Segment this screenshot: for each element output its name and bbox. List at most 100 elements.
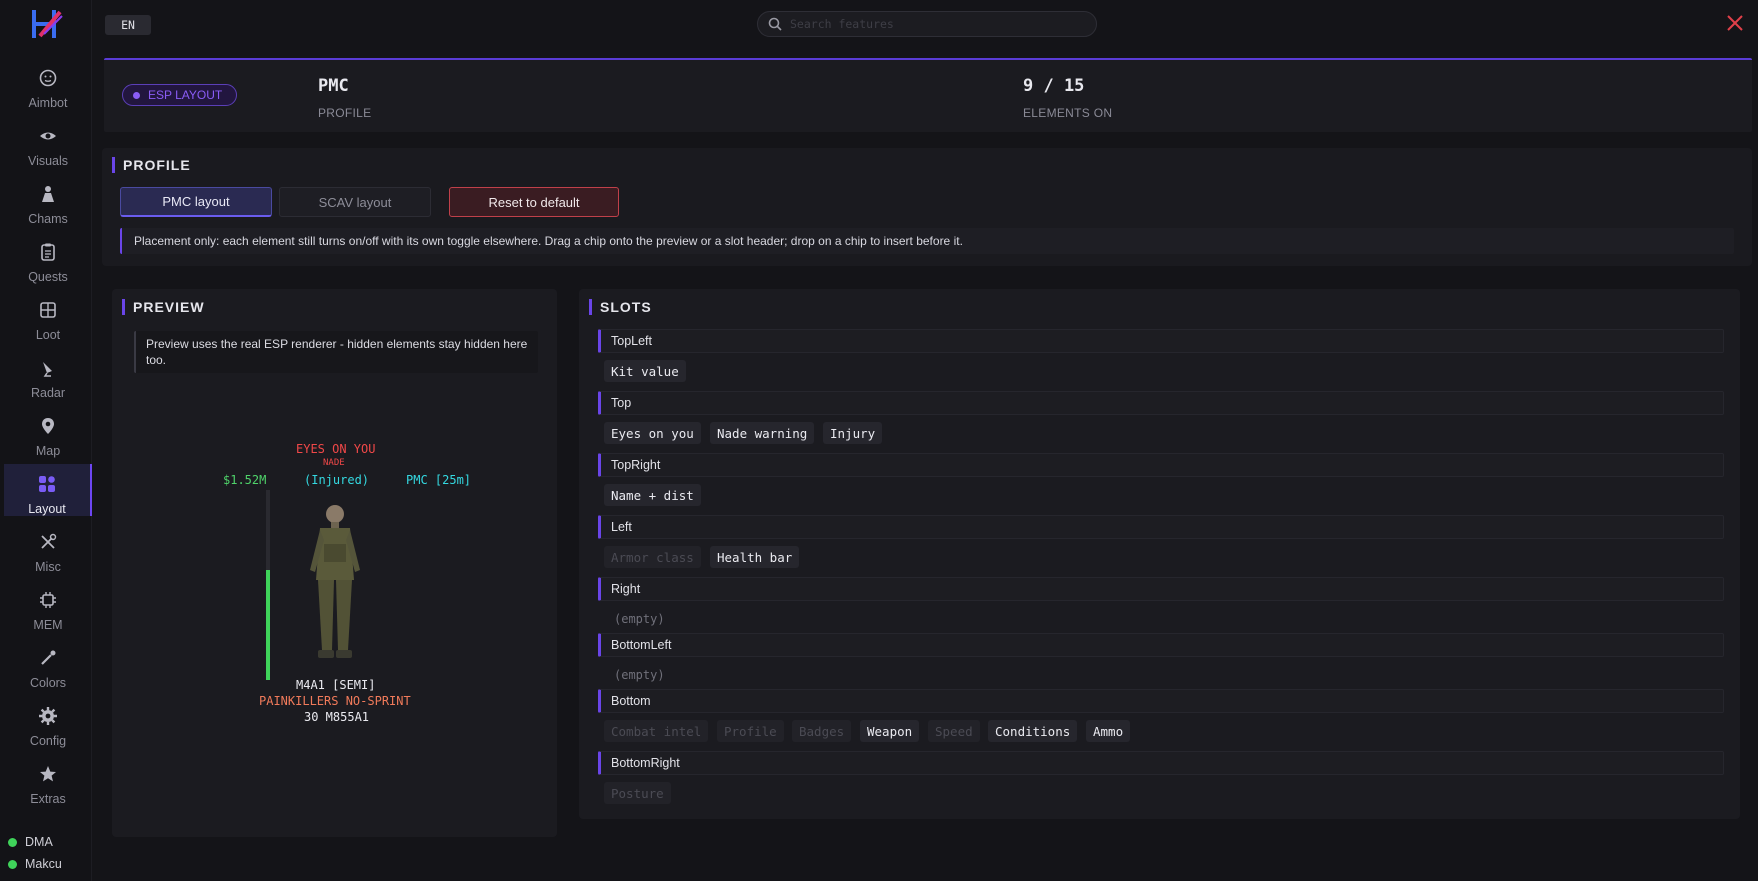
layout-chip[interactable]: Conditions xyxy=(988,720,1078,742)
sidebar-item-mem[interactable]: MEM xyxy=(4,580,92,632)
satellite-icon xyxy=(38,356,58,380)
esp-name-dist[interactable]: PMC [25m] xyxy=(406,473,471,487)
slot-name: Top xyxy=(611,396,632,410)
slot-name: TopRight xyxy=(611,458,661,472)
esp-kit-value[interactable]: $1.52M xyxy=(223,473,266,487)
sidebar-item-label: Colors xyxy=(29,676,67,690)
layout-chip[interactable]: Weapon xyxy=(860,720,920,742)
info-note: Placement only: each element still turns… xyxy=(120,228,1734,254)
sidebar-item-label: Chams xyxy=(28,212,68,226)
sidebar: Aimbot Visuals Chams Quests Loot Radar Map Layo… xyxy=(0,0,92,881)
esp-conditions[interactable]: PAINKILLERS NO-SPRINT xyxy=(259,694,411,708)
esp-health-bar[interactable] xyxy=(266,490,270,680)
sidebar-item-layout[interactable]: Layout xyxy=(4,464,92,516)
pmc-layout-button[interactable]: PMC layout xyxy=(120,187,272,217)
layout-chip[interactable]: Eyes on you xyxy=(604,422,701,444)
layout-chip[interactable]: Health bar xyxy=(710,546,800,568)
search-input[interactable] xyxy=(790,15,1080,33)
sidebar-item-label: Quests xyxy=(28,270,68,284)
layout-chip[interactable]: Profile xyxy=(717,720,784,742)
status-label: DMA xyxy=(25,835,53,849)
layout-icon xyxy=(37,472,57,496)
slot-header-bottomright[interactable]: BottomRight xyxy=(598,751,1724,775)
slot-name: Right xyxy=(611,582,641,596)
layout-chip[interactable]: Nade warning xyxy=(710,422,815,444)
sidebar-item-quests[interactable]: Quests xyxy=(4,232,92,284)
elements-label: ELEMENTS ON xyxy=(1023,106,1113,120)
map-pin-icon xyxy=(38,414,58,438)
sidebar-item-extras[interactable]: Extras xyxy=(4,754,92,806)
slots-panel: SLOTS TopLeft Kit value Top Eyes on you Nade… xyxy=(579,289,1740,819)
sidebar-item-aimbot[interactable]: Aimbot xyxy=(4,58,92,110)
sidebar-item-radar[interactable]: Radar xyxy=(4,348,92,400)
slot-header-bottomleft[interactable]: BottomLeft xyxy=(598,633,1724,657)
profile-section: PROFILE PMC layout SCAV layout Reset to … xyxy=(102,148,1752,266)
layout-chip[interactable]: Badges xyxy=(792,720,852,742)
section-title: PREVIEW xyxy=(122,299,205,315)
slot-name: BottomLeft xyxy=(611,638,672,652)
layout-chip[interactable]: Ammo xyxy=(1086,720,1131,742)
sidebar-item-misc[interactable]: Misc xyxy=(4,522,92,574)
reset-default-button[interactable]: Reset to default xyxy=(449,187,619,217)
app-logo xyxy=(32,10,63,38)
slot-name: TopLeft xyxy=(611,334,653,348)
sidebar-item-visuals[interactable]: Visuals xyxy=(4,116,92,168)
sidebar-item-chams[interactable]: Chams xyxy=(4,174,92,226)
section-title: PROFILE xyxy=(112,157,191,173)
status-dot-icon xyxy=(8,859,17,869)
sidebar-item-label: Loot xyxy=(35,328,61,342)
esp-nade-warning[interactable]: NADE xyxy=(323,458,345,468)
slot-empty-label: (empty) xyxy=(614,612,665,626)
search-icon xyxy=(768,17,782,31)
esp-injury[interactable]: (Injured) xyxy=(304,473,369,487)
sidebar-item-loot[interactable]: Loot xyxy=(4,290,92,342)
profile-label: PROFILE xyxy=(318,106,372,120)
scav-layout-button[interactable]: SCAV layout xyxy=(279,187,431,217)
slot-header-topright[interactable]: TopRight xyxy=(598,453,1724,477)
layout-chip[interactable]: Kit value xyxy=(604,360,686,382)
status-dma: DMA xyxy=(8,835,53,849)
layout-chip[interactable]: Armor class xyxy=(604,546,701,568)
search-box[interactable] xyxy=(757,11,1097,37)
slot-header-topleft[interactable]: TopLeft xyxy=(598,329,1724,353)
sidebar-item-label: Map xyxy=(35,444,61,458)
slot-empty-label: (empty) xyxy=(614,668,665,682)
slot-name: Bottom xyxy=(611,694,651,708)
sidebar-item-map[interactable]: Map xyxy=(4,406,92,458)
layout-chip[interactable]: Injury xyxy=(823,422,883,444)
eyedropper-icon xyxy=(38,646,58,670)
layout-chip[interactable]: Name + dist xyxy=(604,484,701,506)
info-note-text: Placement only: each element still turns… xyxy=(134,234,963,248)
slot-header-left[interactable]: Left xyxy=(598,515,1724,539)
star-icon xyxy=(38,762,58,786)
esp-ammo[interactable]: 30 M855A1 xyxy=(304,710,369,724)
slot-header-bottom[interactable]: Bottom xyxy=(598,689,1724,713)
close-icon[interactable] xyxy=(1726,14,1744,32)
esp-eyes-on-you[interactable]: EYES ON YOU xyxy=(296,442,375,456)
layout-chip[interactable]: Combat intel xyxy=(604,720,709,742)
badge-label: ESP LAYOUT xyxy=(148,88,223,102)
person-icon xyxy=(38,182,58,206)
status-label: Makcu xyxy=(25,857,62,871)
sidebar-item-label: Config xyxy=(29,734,67,748)
sidebar-item-label: Radar xyxy=(30,386,66,400)
player-model-image xyxy=(310,505,360,658)
slot-header-right[interactable]: Right xyxy=(598,577,1724,601)
gear-icon xyxy=(38,704,58,728)
layout-chip[interactable]: Posture xyxy=(604,782,671,804)
slot-name: BottomRight xyxy=(611,756,680,770)
badge-dot-icon xyxy=(133,91,140,99)
section-title: SLOTS xyxy=(589,299,652,315)
sidebar-item-config[interactable]: Config xyxy=(4,696,92,748)
sidebar-item-label: Extras xyxy=(30,792,66,806)
eye-icon xyxy=(38,124,58,148)
layout-chip[interactable]: Speed xyxy=(928,720,980,742)
slot-header-top[interactable]: Top xyxy=(598,391,1724,415)
clipboard-icon xyxy=(38,240,58,264)
sidebar-item-colors[interactable]: Colors xyxy=(4,638,92,690)
chip-icon xyxy=(38,588,58,612)
health-bar-fill xyxy=(266,569,270,680)
esp-weapon[interactable]: M4A1 [SEMI] xyxy=(296,678,375,692)
language-button[interactable]: EN xyxy=(105,15,151,35)
grid-box-icon xyxy=(38,298,58,322)
